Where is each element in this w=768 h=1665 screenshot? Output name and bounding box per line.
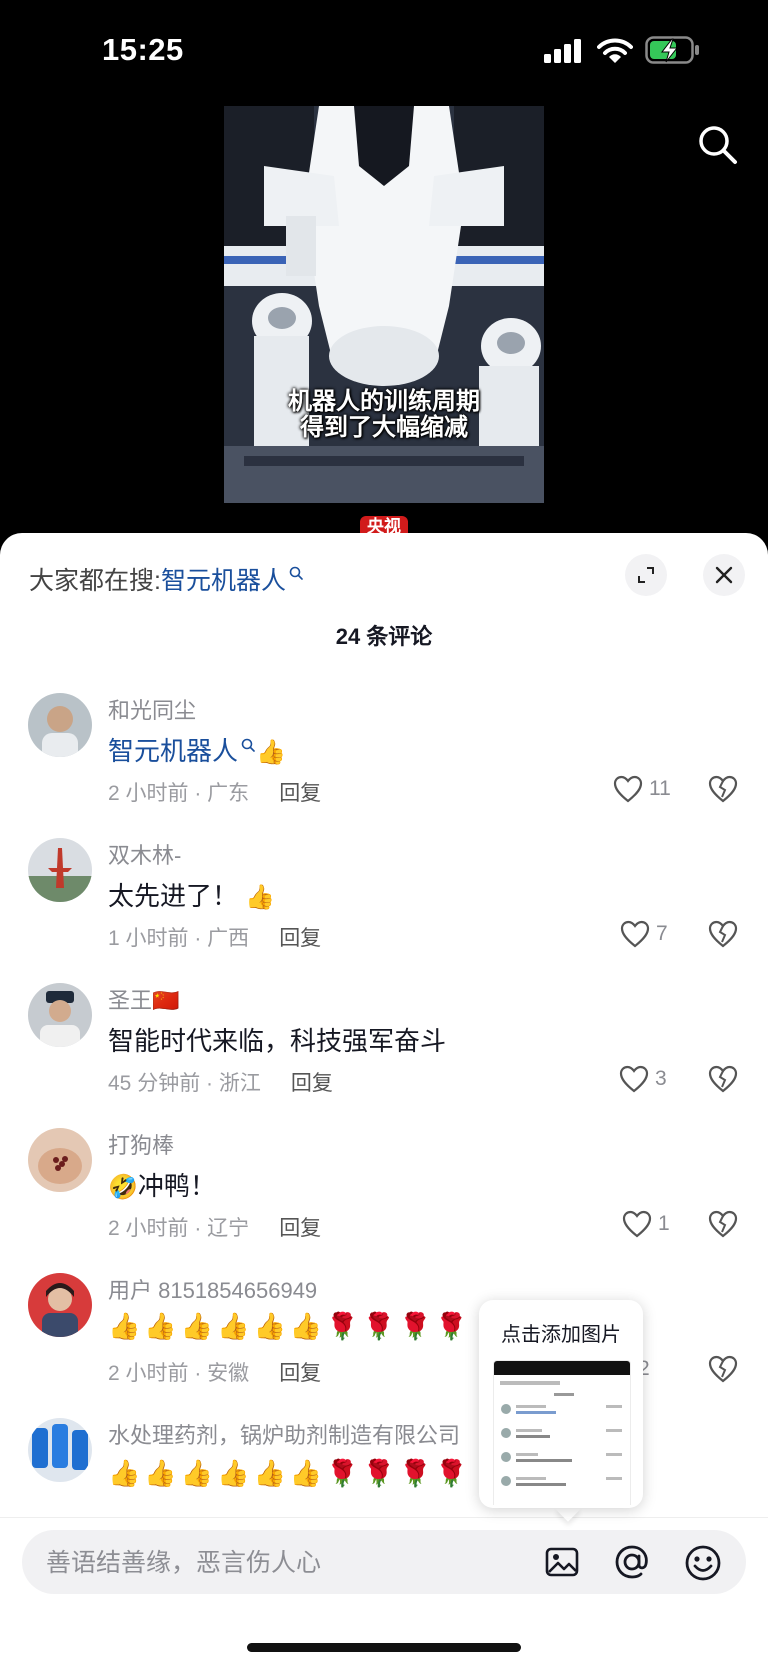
avatar[interactable] [28, 1418, 92, 1482]
battery-charging-icon [645, 36, 701, 69]
image-icon[interactable] [544, 1544, 580, 1585]
search-small-icon [240, 729, 256, 760]
commenter-name[interactable]: 双木林- [108, 838, 181, 870]
comment-item[interactable]: 打狗棒 🤣冲鸭！ 2 小时前 · 辽宁 回复 1 [0, 1128, 768, 1278]
comment-input-bar [22, 1530, 746, 1596]
robot-video-image [224, 106, 544, 503]
like-button[interactable]: 7 [620, 918, 668, 950]
broken-heart-icon[interactable] [708, 1355, 738, 1388]
reply-button[interactable]: 回复 [279, 1362, 321, 1385]
reply-button[interactable]: 回复 [291, 1072, 333, 1095]
comment-meta: 2 小时前 · 辽宁 回复 [108, 1212, 321, 1242]
wifi-icon [597, 37, 633, 70]
comment-item[interactable]: 双木林- 太先进了！ 👍 1 小时前 · 广西 回复 7 [0, 838, 768, 988]
time-location: 1 小时前 · 广西 [108, 927, 250, 950]
broken-heart-icon[interactable] [708, 775, 738, 808]
hot-search-bar[interactable]: 大家都在搜:智元机器人 [29, 561, 304, 597]
commenter-name-text: 圣王 [108, 988, 153, 1013]
hot-search-prefix: 大家都在搜: [29, 567, 161, 595]
comment-meta: 45 分钟前 · 浙江 回复 [108, 1067, 333, 1097]
broken-heart-icon[interactable] [708, 1065, 738, 1098]
popup-title: 点击添加图片 [501, 1324, 621, 1346]
comment-emoji-row: 👍👍👍👍👍👍🌹🌹🌹🌹 [108, 1458, 472, 1488]
reply-button[interactable]: 回复 [279, 927, 321, 950]
comment-item[interactable]: 圣王🇨🇳 智能时代来临，科技强军奋斗 45 分钟前 · 浙江 回复 3 [0, 983, 768, 1133]
search-small-icon [288, 559, 304, 588]
like-button[interactable]: 1 [622, 1208, 670, 1240]
commenter-name[interactable]: 圣王🇨🇳 [108, 983, 179, 1015]
comment-text: 🤣冲鸭！ [108, 1166, 216, 1203]
comment-keyword-link[interactable]: 智元机器人 [108, 736, 238, 766]
comment-item[interactable]: 水处理药剂，锅炉助剂制造有限公司 👍👍👍👍👍👍🌹🌹🌹🌹 [0, 1418, 768, 1518]
heart-outline-icon [619, 1065, 649, 1093]
comment-sheet: 大家都在搜:智元机器人 24 条评论 和光同尘 智元机器人 👍 2 小时前 · 广… [0, 533, 768, 1665]
comment-item[interactable]: 用户 8151854656949 👍👍👍👍👍👍🌹🌹🌹🌹 2 小时前 · 安徽 回复… [0, 1273, 768, 1423]
reply-button[interactable]: 回复 [279, 782, 321, 805]
cellular-signal-icon [544, 39, 584, 68]
at-icon[interactable] [613, 1544, 651, 1585]
avatar[interactable] [28, 983, 92, 1047]
laughing-emoji: 🤣 [108, 1174, 138, 1201]
status-bar: 15:25 [0, 0, 768, 100]
expand-icon[interactable] [625, 554, 667, 596]
comment-text: 智元机器人 👍 [108, 731, 286, 768]
avatar[interactable] [28, 1128, 92, 1192]
like-count: 7 [656, 922, 668, 945]
divider [0, 1517, 768, 1518]
comment-emoji-row: 👍👍👍👍👍👍🌹🌹🌹🌹 [108, 1311, 472, 1341]
heart-outline-icon [622, 1210, 652, 1238]
commenter-name[interactable]: 打狗棒 [108, 1128, 174, 1160]
commenter-name[interactable]: 水处理药剂，锅炉助剂制造有限公司 [108, 1418, 460, 1450]
thumbs-up-emoji: 👍 [245, 884, 276, 911]
reply-button[interactable]: 回复 [279, 1217, 321, 1240]
like-count: 3 [655, 1067, 667, 1090]
comment-count: 24 条评论 [335, 624, 433, 649]
recent-screenshot-thumbnail[interactable] [493, 1360, 631, 1505]
home-indicator[interactable] [247, 1643, 521, 1652]
comment-text: 智能时代来临，科技强军奋斗 [108, 1026, 447, 1056]
commenter-name[interactable]: 和光同尘 [108, 693, 196, 725]
comment-text: 太先进了！ 👍 [108, 876, 275, 913]
comment-meta: 2 小时前 · 广东 回复 [108, 777, 321, 807]
comment-body: 太先进了！ [108, 881, 239, 911]
comment-input[interactable] [44, 1530, 528, 1596]
comment-meta: 2 小时前 · 安徽 回复 [108, 1357, 321, 1387]
smiley-icon[interactable] [684, 1544, 722, 1587]
avatar[interactable] [28, 1273, 92, 1337]
avatar[interactable] [28, 693, 92, 757]
time-location: 2 小时前 · 辽宁 [108, 1217, 250, 1240]
video-caption-line-1: 机器人的训练周期 [288, 388, 480, 415]
video-frame[interactable]: 机器人的训练周期 得到了大幅缩减 [224, 106, 544, 503]
like-count: 1 [658, 1212, 670, 1235]
search-icon[interactable] [697, 124, 739, 171]
broken-heart-icon[interactable] [708, 920, 738, 953]
china-flag-icon: 🇨🇳 [152, 988, 180, 1013]
heart-outline-icon [620, 920, 650, 948]
video-caption-line-2: 得到了大幅缩减 [300, 414, 468, 441]
like-button[interactable]: 3 [619, 1063, 667, 1095]
like-button[interactable]: 11 [613, 773, 671, 805]
add-image-popup[interactable]: 点击添加图片 [479, 1300, 643, 1508]
heart-outline-icon [613, 775, 643, 803]
clock: 15:25 [102, 32, 184, 67]
time-location: 45 分钟前 · 浙江 [108, 1072, 261, 1095]
hot-search-keyword[interactable]: 智元机器人 [161, 567, 286, 595]
like-count: 11 [649, 777, 671, 800]
time-location: 2 小时前 · 安徽 [108, 1362, 250, 1385]
broken-heart-icon[interactable] [708, 1210, 738, 1243]
avatar[interactable] [28, 838, 92, 902]
thumbs-up-emoji: 👍 [256, 739, 286, 766]
commenter-name[interactable]: 用户 8151854656949 [108, 1273, 317, 1305]
comment-item[interactable]: 和光同尘 智元机器人 👍 2 小时前 · 广东 回复 11 [0, 693, 768, 843]
comment-meta: 1 小时前 · 广西 回复 [108, 922, 321, 952]
comment-body: 冲鸭！ [137, 1171, 216, 1201]
close-icon[interactable] [703, 554, 745, 596]
time-location: 2 小时前 · 广东 [108, 782, 250, 805]
